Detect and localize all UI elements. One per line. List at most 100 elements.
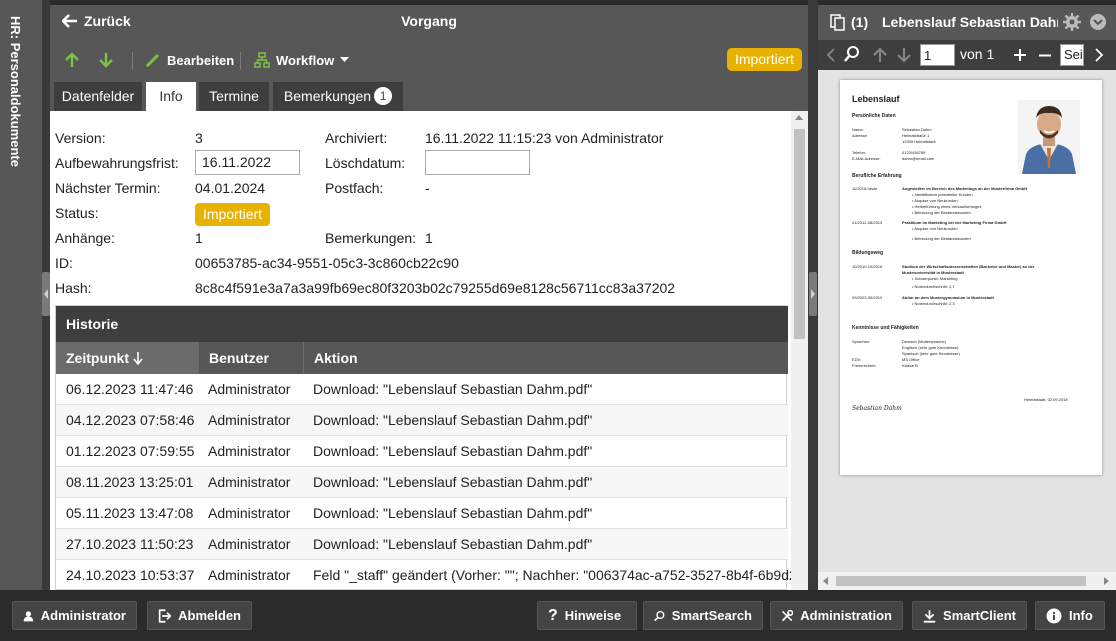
move-up-button[interactable] (64, 52, 80, 68)
user-cell: Administrator (208, 412, 291, 428)
arrow-up-icon[interactable] (873, 47, 887, 63)
table-row[interactable]: 08.11.2023 13:25:01 Administrator Download… (56, 467, 788, 498)
doc-bullet: Akquise von Neukunden (912, 198, 957, 203)
doc-place-date: Heimatstadt, 02.09.2018 (1024, 397, 1068, 402)
gear-icon[interactable] (1063, 13, 1081, 31)
version-value: 3 (195, 130, 203, 146)
tab-info[interactable]: Info (146, 82, 196, 111)
administration-label: Administration (800, 608, 892, 623)
doc-skill-value: Klasse B (902, 363, 918, 368)
doc-work-heading: Berufliche Erfahrung (852, 173, 902, 179)
doc-personal-key: Adresse: (852, 133, 868, 138)
move-down-button[interactable] (98, 52, 114, 68)
doc-bullet: Notendurchschnitt: 2,7 (912, 284, 955, 289)
search-icon[interactable] (844, 46, 860, 63)
info-button[interactable]: Info (1035, 601, 1105, 630)
doc-personal-key: E-Mail-Adresse: (852, 156, 881, 161)
administration-button[interactable]: Administration (770, 601, 903, 630)
history-title: Historie (56, 306, 788, 342)
doc-skill-key: Sprachen: (852, 339, 871, 344)
remarks-label: Bemerkungen: (325, 230, 417, 246)
chevron-down-circle-icon[interactable] (1089, 13, 1107, 31)
archived-label: Archiviert: (325, 130, 388, 146)
middle-splitter[interactable] (808, 0, 818, 590)
doc-bullet: Akquise von Neukunden (912, 226, 957, 231)
column-header-zeitpunkt[interactable]: Zeitpunkt (56, 342, 198, 374)
doc-heading: Lebenslauf (852, 94, 900, 104)
doc-skill-value: Deutsch (Muttersprache) (902, 339, 947, 344)
scroll-up-arrow-icon[interactable] (795, 115, 803, 120)
status-label: Status: (55, 205, 99, 221)
document-title: Lebenslauf Sebastian Dahm.pdf (882, 14, 1058, 30)
viewer-toolbar: von 1 Seite (818, 40, 1116, 70)
logout-button[interactable]: Abmelden (147, 601, 252, 630)
retention-input[interactable]: 16.11.2022 (195, 150, 300, 175)
left-collapse-handle[interactable] (42, 272, 50, 316)
smartclient-button[interactable]: SmartClient (912, 601, 1027, 630)
table-row[interactable]: 06.12.2023 11:47:46 Administrator Download… (56, 374, 788, 405)
doc-personal-value: Helmatstraße 1 (902, 133, 930, 138)
table-row[interactable]: 04.12.2023 07:58:46 Administrator Download… (56, 405, 788, 436)
edit-button[interactable]: Bearbeiten (145, 52, 234, 68)
user-label: Administrator (40, 608, 126, 623)
arrow-down-icon[interactable] (897, 47, 911, 63)
zoom-out-icon[interactable] (1039, 54, 1051, 57)
right-collapse-handle[interactable] (809, 272, 817, 316)
document-preview-area[interactable]: Lebenslauf Persönliche Daten Name: Sebast… (818, 70, 1116, 572)
table-row[interactable]: 24.10.2023 10:53:37 Administrator Feld "_s… (56, 560, 791, 590)
doc-bullet: Betreuung der Bestandskunden (912, 236, 971, 241)
hash-value: 8c8c4f591e3a7a3a99fb69ec80f3203b02c79255… (195, 280, 676, 296)
delete-date-input[interactable] (425, 150, 530, 175)
smartsearch-button[interactable]: SmartSearch (643, 601, 763, 630)
scroll-left-arrow-icon[interactable] (823, 577, 828, 585)
left-rail-title[interactable]: HR: Personaldokumente (8, 16, 23, 167)
chevron-right-icon[interactable] (1095, 48, 1104, 62)
smartsearch-label: SmartSearch (671, 608, 752, 623)
doc-bullet: Herbeiführung eines Verkaufserfolges (912, 204, 982, 209)
mailbox-value: - (425, 180, 430, 196)
column-header-aktion[interactable]: Aktion (303, 342, 788, 374)
page-number-input[interactable] (920, 44, 955, 66)
tab-datenfelder[interactable]: Datenfelder (54, 82, 142, 111)
viewer-header: (1) Lebenslauf Sebastian Dahm.pdf (818, 5, 1116, 40)
scroll-right-arrow-icon[interactable] (1104, 577, 1109, 585)
user-button[interactable]: Administrator (12, 601, 137, 630)
version-label: Version: (55, 130, 106, 146)
hints-button[interactable]: ? Hinweise (537, 601, 637, 630)
next-date-label: Nächster Termin: (55, 180, 161, 196)
doc-personal-heading: Persönliche Daten (852, 113, 896, 119)
user-cell: Administrator (208, 536, 291, 552)
table-row[interactable]: 01.12.2023 07:59:55 Administrator Download… (56, 436, 788, 467)
doc-edu1-title2: Musteruniversität in Musterstadt (902, 270, 964, 275)
smartclient-label: SmartClient (943, 608, 1016, 623)
table-row[interactable]: 27.10.2023 11:50:23 Administrator Download… (56, 529, 788, 560)
timestamp-cell: 04.12.2023 07:58:46 (66, 412, 195, 428)
doc-edu1-title: Studium der Wirtschaftswissenschaften (B… (902, 264, 1035, 269)
status-badge: Importiert (195, 203, 270, 226)
horizontal-scrollbar[interactable] (818, 572, 1116, 590)
vertical-scrollbar[interactable] (791, 111, 808, 590)
chevron-left-icon[interactable] (826, 48, 835, 62)
attachments-label: Anhänge: (55, 230, 115, 246)
table-row[interactable]: 05.11.2023 13:47:08 Administrator Download… (56, 498, 788, 529)
workflow-button[interactable]: Workflow (254, 52, 350, 68)
doc-skill-value: MS Office (902, 357, 920, 362)
zoom-in-icon[interactable] (1014, 49, 1026, 61)
zoom-select[interactable]: Seite (1060, 44, 1084, 66)
imported-status-button[interactable]: Importiert (727, 48, 802, 71)
tab-bemerkungen[interactable]: Bemerkungen 1 (273, 82, 403, 111)
tab-termine[interactable]: Termine (199, 82, 269, 111)
user-cell: Administrator (208, 567, 291, 583)
left-rail[interactable]: HR: Personaldokumente (0, 0, 42, 590)
doc-edu1-date: 10/2010-10/2016 (852, 264, 883, 269)
left-splitter[interactable] (42, 0, 50, 590)
search-icon (654, 610, 665, 621)
info-label: Info (1069, 608, 1093, 623)
column-header-benutzer[interactable]: Benutzer (198, 342, 303, 374)
bottom-bar: Administrator Abmelden ? Hinweise SmartS… (0, 590, 1116, 641)
horizontal-scrollbar-thumb[interactable] (836, 576, 1086, 586)
scrollbar-thumb[interactable] (794, 129, 805, 339)
logout-label: Abmelden (178, 608, 241, 623)
action-cell: Download: "Lebenslauf Sebastian Dahm.pdf… (313, 505, 593, 521)
hash-label: Hash: (55, 280, 92, 296)
